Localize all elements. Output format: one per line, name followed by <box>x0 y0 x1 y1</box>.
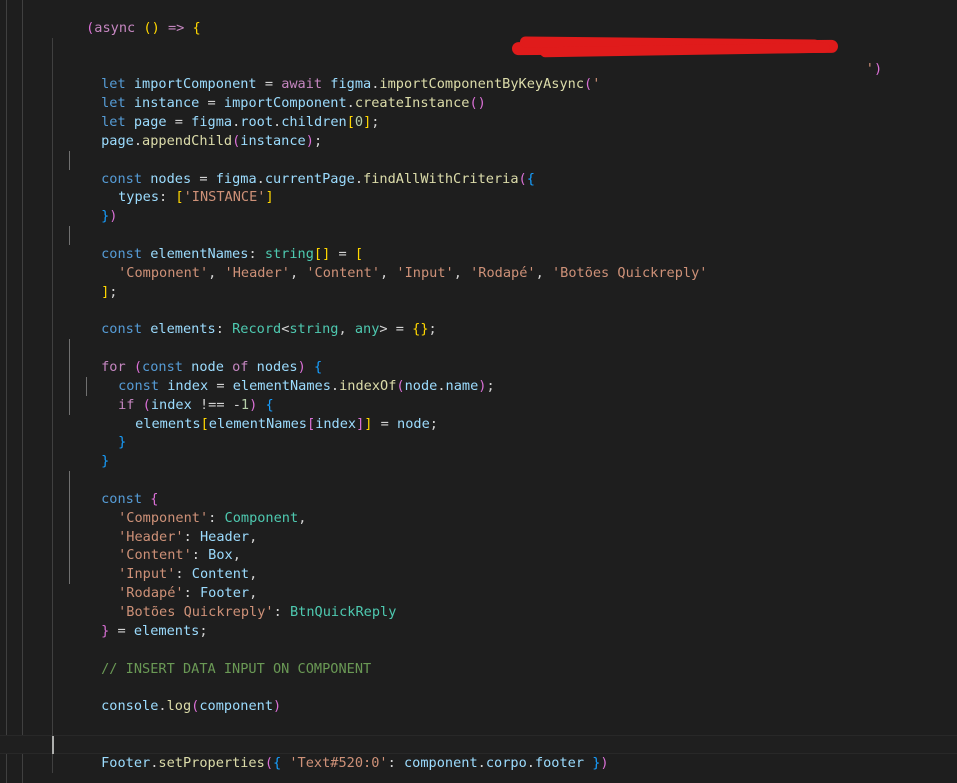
code-line-blank[interactable] <box>0 301 957 321</box>
code-line[interactable]: if (index !== -1) { <box>0 358 957 413</box>
code-line[interactable]: (async () => { <box>0 0 957 36</box>
code-line[interactable]: 'Input': Content, <box>0 527 957 582</box>
code-line[interactable]: 'Header': Header, <box>0 489 957 545</box>
code-line[interactable]: let page = figma.root.children[0]; <box>0 75 957 130</box>
code-line[interactable]: page.appendChild(instance); <box>0 94 957 149</box>
code-line[interactable]: }) <box>0 169 957 224</box>
code-line[interactable]: 'Component', 'Header', 'Content', 'Input… <box>0 226 957 281</box>
code-line[interactable]: 'Content': Box, <box>0 508 957 563</box>
code-line[interactable]: const index = elementNames.indexOf(node.… <box>0 339 957 394</box>
code-line[interactable]: const elements: Record<string, any> = {}… <box>0 282 957 337</box>
code-line[interactable]: Content.setProperties({ 'Text#211:1': co… <box>0 697 957 752</box>
code-line-comment[interactable]: // INSERT DATA INPUT ON COMPONENT <box>0 621 957 677</box>
code-line-blank[interactable] <box>0 753 957 773</box>
code-editor[interactable]: (async () => { let importComponent = awa… <box>0 0 957 783</box>
code-line[interactable]: for (const node of nodes) { <box>0 320 957 375</box>
code-line-blank[interactable] <box>0 603 957 622</box>
active-code-line[interactable]: Box.setProperties({ Header : 'false' }) <box>0 734 957 754</box>
code-line[interactable]: let importComponent = await figma.import… <box>0 37 957 92</box>
code-line[interactable]: ]; <box>0 244 957 300</box>
code-line[interactable]: Footer.setProperties({ 'Text#520:0': com… <box>0 716 957 771</box>
code-line[interactable]: 'Botões Quickreply': BtnQuickReply <box>0 565 957 620</box>
code-line-blank[interactable] <box>0 263 957 283</box>
code-line[interactable]: types: ['INSTANCE'] <box>0 150 957 205</box>
code-surface[interactable]: (async () => { let importComponent = awa… <box>0 0 957 773</box>
code-line-blank[interactable] <box>0 113 957 132</box>
code-line-blank[interactable] <box>0 640 957 660</box>
code-line[interactable]: let instance = importComponent.createIns… <box>0 56 957 111</box>
redacted-string-tail: ') <box>865 60 883 77</box>
code-line[interactable]: 'Rodapé': Footer, <box>0 546 957 601</box>
code-line-blank[interactable] <box>0 678 957 698</box>
code-line[interactable]: } = elements; <box>0 584 957 639</box>
code-line-blank[interactable] <box>0 19 957 38</box>
code-line[interactable]: const nodes = figma.currentPage.findAllW… <box>0 131 957 187</box>
code-line[interactable]: } <box>0 395 957 450</box>
code-line[interactable]: 'Component': Component, <box>0 471 957 526</box>
code-line[interactable]: const elementNames: string[] = [ <box>0 207 957 262</box>
code-line[interactable]: } <box>0 414 957 469</box>
text-cursor <box>52 735 54 754</box>
code-line-blank[interactable] <box>0 433 957 453</box>
code-line[interactable]: const { <box>0 452 957 507</box>
code-line-blank[interactable] <box>0 188 957 208</box>
code-line[interactable]: console.log(component) <box>0 659 957 714</box>
code-line[interactable]: elements[elementNames[index]] = node; <box>0 376 957 432</box>
